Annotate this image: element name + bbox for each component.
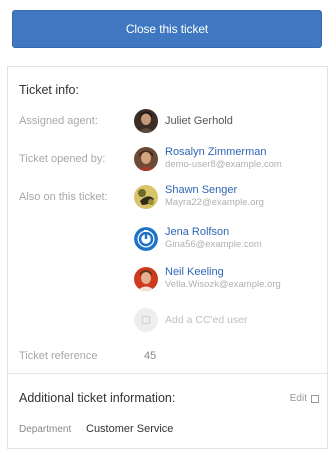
cc-user-name[interactable]: Jena Rolfson: [165, 226, 262, 239]
opened-by-label: Ticket opened by:: [19, 153, 106, 165]
cc-user-avatar: [134, 226, 158, 251]
edit-label: Edit: [289, 393, 307, 404]
close-ticket-button[interactable]: Close this ticket: [12, 10, 322, 48]
cc-user-item[interactable]: Neil Keeling Vella.Wisozk@example.org: [134, 266, 281, 291]
opened-by-user[interactable]: Rosalyn Zimmerman demo-user8@example.com: [134, 146, 282, 171]
opened-by-email: demo-user8@example.com: [165, 159, 282, 170]
cc-user-email: Gina56@example.com: [165, 239, 262, 250]
cc-user-item[interactable]: Jena Rolfson Gina56@example.com: [134, 226, 262, 251]
assigned-agent-label: Assigned agent:: [19, 115, 98, 127]
opened-by-avatar: [134, 146, 158, 171]
cc-user-name[interactable]: Neil Keeling: [165, 266, 281, 279]
ticket-reference-label: Ticket reference: [19, 350, 98, 362]
add-user-icon: [134, 308, 158, 332]
ticket-info-title: Ticket info:: [19, 83, 79, 97]
additional-info-title: Additional ticket information:: [19, 391, 176, 405]
edit-icon: [311, 394, 319, 403]
cc-user-avatar: [134, 184, 158, 209]
cc-user-avatar: [134, 266, 158, 291]
add-cc-user-button[interactable]: Add a CC'ed user: [134, 308, 248, 332]
also-on-ticket-label: Also on this ticket:: [19, 191, 108, 203]
section-divider: [8, 373, 327, 374]
assigned-agent[interactable]: Juliet Gerhold: [134, 109, 233, 133]
assigned-agent-avatar: [134, 109, 158, 133]
cc-user-email: Vella.Wisozk@example.org: [165, 279, 281, 290]
add-cc-user-label: Add a CC'ed user: [165, 314, 248, 326]
edit-additional-info-link[interactable]: Edit: [290, 393, 319, 404]
opened-by-name[interactable]: Rosalyn Zimmerman: [165, 146, 282, 159]
assigned-agent-name: Juliet Gerhold: [165, 115, 233, 127]
department-label: Department: [19, 424, 72, 435]
ticket-reference-value: 45: [144, 350, 157, 362]
department-value: Customer Service: [86, 423, 174, 435]
cc-user-item[interactable]: Shawn Senger Mayra22@example.org: [134, 184, 264, 209]
ticket-info-panel: Ticket info: Assigned agent: Juliet Gerh…: [7, 66, 328, 449]
cc-user-email: Mayra22@example.org: [165, 197, 264, 208]
cc-user-name[interactable]: Shawn Senger: [165, 184, 264, 197]
